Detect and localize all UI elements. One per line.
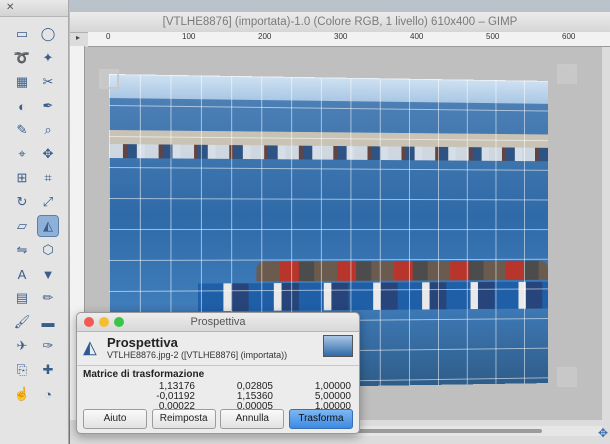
ink-icon[interactable]: ✑ — [38, 336, 58, 356]
fuzzy-select-icon[interactable]: ✦ — [38, 48, 58, 68]
color-picker-icon[interactable]: ✎ — [12, 120, 32, 140]
transform-handle-bottom-right[interactable] — [557, 367, 577, 387]
transformation-matrix: 1,13176 0,02805 1,00000 -0,01192 1,15360… — [117, 381, 353, 412]
ruler-label: 500 — [486, 32, 500, 41]
zoom-window-button[interactable] — [114, 317, 124, 327]
dialog-header: ◭ Prospettiva VTLHE8876.jpg-2 ([VTLHE887… — [83, 335, 353, 363]
horizontal-ruler[interactable]: 0 100 200 300 400 500 600 — [88, 32, 610, 47]
airbrush-icon[interactable]: ✈ — [12, 336, 32, 356]
help-button[interactable]: Aiuto — [83, 409, 147, 429]
transform-handle-top-right[interactable] — [557, 64, 577, 84]
matrix-cell: -0,01192 — [156, 391, 195, 402]
ellipse-select-icon[interactable]: ◯ — [38, 24, 58, 44]
ruler-label: 400 — [410, 32, 424, 41]
zoom-icon[interactable]: ⌕ — [38, 120, 58, 140]
dialog-buttons: Aiuto Reimposta Annulla Trasforma — [83, 409, 353, 429]
matrix-cell: 5,00000 — [314, 391, 351, 402]
rotate-icon[interactable]: ↻ — [12, 192, 32, 212]
transform-handle-top-left[interactable] — [99, 69, 119, 89]
ruler-label: 100 — [182, 32, 196, 41]
quick-mask-icon[interactable]: ▸ — [72, 32, 84, 44]
matrix-cell: 1,00000 — [314, 381, 351, 392]
reset-button[interactable]: Reimposta — [151, 409, 216, 429]
close-icon[interactable]: ✕ — [6, 2, 14, 13]
perspective-icon[interactable]: ◭ — [37, 215, 59, 237]
paths-icon[interactable]: ✒ — [38, 96, 58, 116]
flip-icon[interactable]: ⇋ — [12, 240, 32, 260]
matrix-cell: 0,02805 — [236, 381, 273, 392]
matrix-row: 1,13176 0,02805 1,00000 — [117, 381, 353, 392]
measure-icon[interactable]: ⌖ — [12, 144, 32, 164]
toolbox: ✕ ▭ ◯ ➰ ✦ ▦ ✂ ◐ ✒ ✎ ⌕ ⌖ ✥ ⊞ ⌗ ↻ ⤢ ▱ ◭ ⇋ ⬡ A ▼ ▤ ✏ 🖌 ▬ ✈ ✑ ⎘ ✚ ☝ ◔ — [0, 0, 69, 444]
dialog-titlebar: Prospettiva — [77, 313, 359, 332]
matrix-cell: 1,15360 — [236, 391, 273, 402]
bucket-fill-icon[interactable]: ▼ — [38, 264, 58, 284]
image-thumbnail — [323, 335, 353, 357]
heal-icon[interactable]: ✚ — [38, 360, 58, 380]
dodge-icon[interactable]: ◔ — [38, 384, 58, 404]
close-window-button[interactable] — [84, 317, 94, 327]
image-subtitle: VTLHE8876.jpg-2 ([VTLHE8876] (importata)… — [107, 350, 288, 360]
toolbox-titlebar: ✕ — [0, 0, 68, 17]
divider — [77, 365, 359, 366]
matrix-row: -0,01192 1,15360 5,00000 — [117, 391, 353, 402]
tool-name: Prospettiva — [107, 335, 178, 350]
blend-icon[interactable]: ▤ — [12, 288, 32, 308]
minimize-window-button[interactable] — [99, 317, 109, 327]
paintbrush-icon[interactable]: 🖌 — [12, 312, 32, 332]
rect-select-icon[interactable]: ▭ — [12, 24, 32, 44]
ruler-label: 600 — [562, 32, 576, 41]
clone-icon[interactable]: ⎘ — [12, 360, 32, 380]
move-icon[interactable]: ✥ — [38, 144, 58, 164]
text-icon[interactable]: A — [12, 264, 32, 284]
transform-button[interactable]: Trasforma — [288, 409, 353, 429]
window-title: [VTLHE8876] (importata)-1.0 (Colore RGB,… — [70, 12, 610, 33]
shear-icon[interactable]: ▱ — [12, 216, 32, 236]
cage-icon[interactable]: ⬡ — [38, 240, 58, 260]
smudge-icon[interactable]: ☝ — [12, 384, 32, 404]
dialog-title: Prospettiva — [190, 316, 246, 328]
crop-icon[interactable]: ⌗ — [38, 168, 58, 188]
matrix-heading: Matrice di trasformazione — [83, 369, 205, 380]
ruler-label: 300 — [334, 32, 348, 41]
scale-icon[interactable]: ⤢ — [38, 192, 58, 212]
eraser-icon[interactable]: ▬ — [38, 312, 58, 332]
ruler-label: 0 — [106, 32, 111, 41]
matrix-cell: 1,13176 — [158, 381, 195, 392]
pencil-icon[interactable]: ✏ — [38, 288, 58, 308]
navigate-icon[interactable]: ✥ — [598, 426, 608, 440]
align-icon[interactable]: ⊞ — [12, 168, 32, 188]
perspective-icon: ◭ — [83, 337, 97, 357]
cancel-button[interactable]: Annulla — [220, 409, 285, 429]
color-select-icon[interactable]: ▦ — [12, 72, 32, 92]
lasso-icon[interactable]: ➰ — [12, 48, 32, 68]
foreground-select-icon[interactable]: ◐ — [12, 96, 32, 116]
scissors-icon[interactable]: ✂ — [38, 72, 58, 92]
ruler-label: 200 — [258, 32, 272, 41]
perspective-dialog: Prospettiva ◭ Prospettiva VTLHE8876.jpg-… — [76, 312, 360, 434]
